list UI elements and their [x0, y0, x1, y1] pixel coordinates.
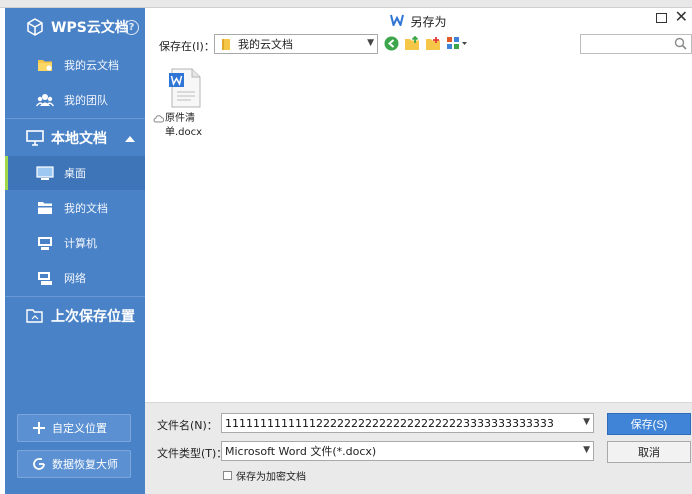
cancel-button[interactable]: 取消: [607, 441, 691, 463]
section-title: WPS云文档: [51, 20, 129, 36]
location-sidebar: WPS云文档 ? 我的云文档 我的团队 本地文档 桌面 我的文档 计算机 网络 …: [5, 8, 145, 494]
monitor-icon: [25, 128, 45, 148]
encrypt-option[interactable]: 保存为加密文档: [223, 468, 306, 483]
chevron-down-icon: ▼: [583, 445, 590, 455]
sidebar-item-my-team[interactable]: 我的团队: [5, 83, 145, 117]
cloud-icon: [153, 114, 165, 140]
file-name-text: 原件清单.docx: [165, 113, 203, 138]
filename-field[interactable]: ▼: [221, 413, 594, 433]
maximize-icon[interactable]: [656, 13, 667, 23]
dialog-title: 另存为: [410, 14, 447, 29]
plus-icon: [32, 421, 46, 435]
up-folder-icon[interactable]: [404, 35, 420, 51]
my-documents-icon: [35, 200, 55, 216]
word-doc-icon: [169, 68, 201, 111]
desktop-icon: [35, 165, 55, 181]
sidebar-item-desktop[interactable]: 桌面: [5, 156, 145, 190]
custom-location-button[interactable]: 自定义位置: [17, 414, 131, 442]
chevron-down-icon[interactable]: ▼: [583, 417, 590, 427]
file-list-area[interactable]: 原件清单.docx: [149, 60, 690, 402]
sidebar-item-label: 我的云文档: [64, 59, 119, 72]
sidebar-item-label: 网络: [64, 272, 86, 285]
new-folder-icon[interactable]: [425, 35, 441, 51]
computer-icon: [35, 235, 55, 251]
filetype-select[interactable]: Microsoft Word 文件(*.docx) ▼: [221, 441, 594, 461]
filename-label: 文件名(N)：: [157, 419, 218, 432]
file-name: 原件清单.docx: [153, 112, 225, 140]
folder-icon: [220, 38, 234, 51]
filetype-label: 文件类型(T)：: [157, 447, 228, 460]
search-icon: [674, 37, 687, 53]
save-as-dialog: 另存为 ✕ 保存在(I)： 我的云文档 ▼ 原件清单.docx 文件名(N)： …: [145, 8, 692, 494]
back-icon[interactable]: [383, 35, 399, 51]
save-in-dropdown[interactable]: 我的云文档 ▼: [214, 34, 378, 54]
network-icon: [35, 270, 55, 286]
folder-outline-icon: [25, 306, 45, 326]
sidebar-section-last-save-location[interactable]: 上次保存位置: [5, 298, 145, 334]
button-label: 自定义位置: [52, 422, 107, 435]
sidebar-item-label: 计算机: [64, 237, 97, 250]
filetype-value: Microsoft Word 文件(*.docx): [225, 445, 377, 458]
encrypt-checkbox[interactable]: [223, 471, 232, 480]
search-input[interactable]: [585, 35, 675, 53]
filename-input[interactable]: [222, 414, 572, 432]
background-toolbar-strip: [0, 0, 692, 8]
sidebar-section-wps-cloud[interactable]: WPS云文档 ?: [5, 8, 145, 46]
divider: [5, 296, 145, 297]
sidebar-item-computer[interactable]: 计算机: [5, 226, 145, 260]
encrypt-label: 保存为加密文档: [236, 472, 306, 483]
file-item[interactable]: 原件清单.docx: [153, 68, 225, 144]
cube-icon: [25, 17, 45, 37]
chevron-up-icon[interactable]: [125, 136, 135, 142]
button-label: 数据恢复大师: [52, 458, 118, 471]
data-recovery-button[interactable]: 数据恢复大师: [17, 450, 131, 478]
section-title: 上次保存位置: [51, 309, 135, 325]
help-icon[interactable]: ?: [124, 20, 139, 35]
sidebar-item-my-cloud-docs[interactable]: 我的云文档: [5, 48, 145, 82]
sidebar-item-label: 我的文档: [64, 202, 108, 215]
wps-writer-logo-icon: [390, 14, 405, 29]
sidebar-item-my-documents[interactable]: 我的文档: [5, 191, 145, 225]
sidebar-section-local-docs[interactable]: 本地文档: [5, 120, 145, 156]
sidebar-item-network[interactable]: 网络: [5, 261, 145, 295]
chevron-down-icon: ▼: [367, 38, 374, 48]
close-icon[interactable]: ✕: [675, 9, 688, 25]
recovery-icon: [32, 457, 46, 471]
save-in-value: 我的云文档: [238, 38, 293, 51]
view-menu-icon[interactable]: [446, 35, 468, 51]
dialog-footer: 文件名(N)： ▼ 保存(S) 文件类型(T)： Microsoft Word …: [145, 402, 692, 494]
sidebar-item-label: 我的团队: [64, 94, 108, 107]
save-button[interactable]: 保存(S): [607, 413, 691, 435]
team-icon: [35, 92, 55, 108]
search-box[interactable]: [580, 34, 692, 54]
section-title: 本地文档: [51, 131, 107, 147]
divider: [5, 118, 145, 119]
cloud-folder-icon: [35, 57, 55, 73]
dialog-title-bar: 另存为: [145, 8, 692, 34]
save-in-label: 保存在(I)：: [159, 40, 215, 53]
sidebar-item-label: 桌面: [64, 167, 86, 180]
